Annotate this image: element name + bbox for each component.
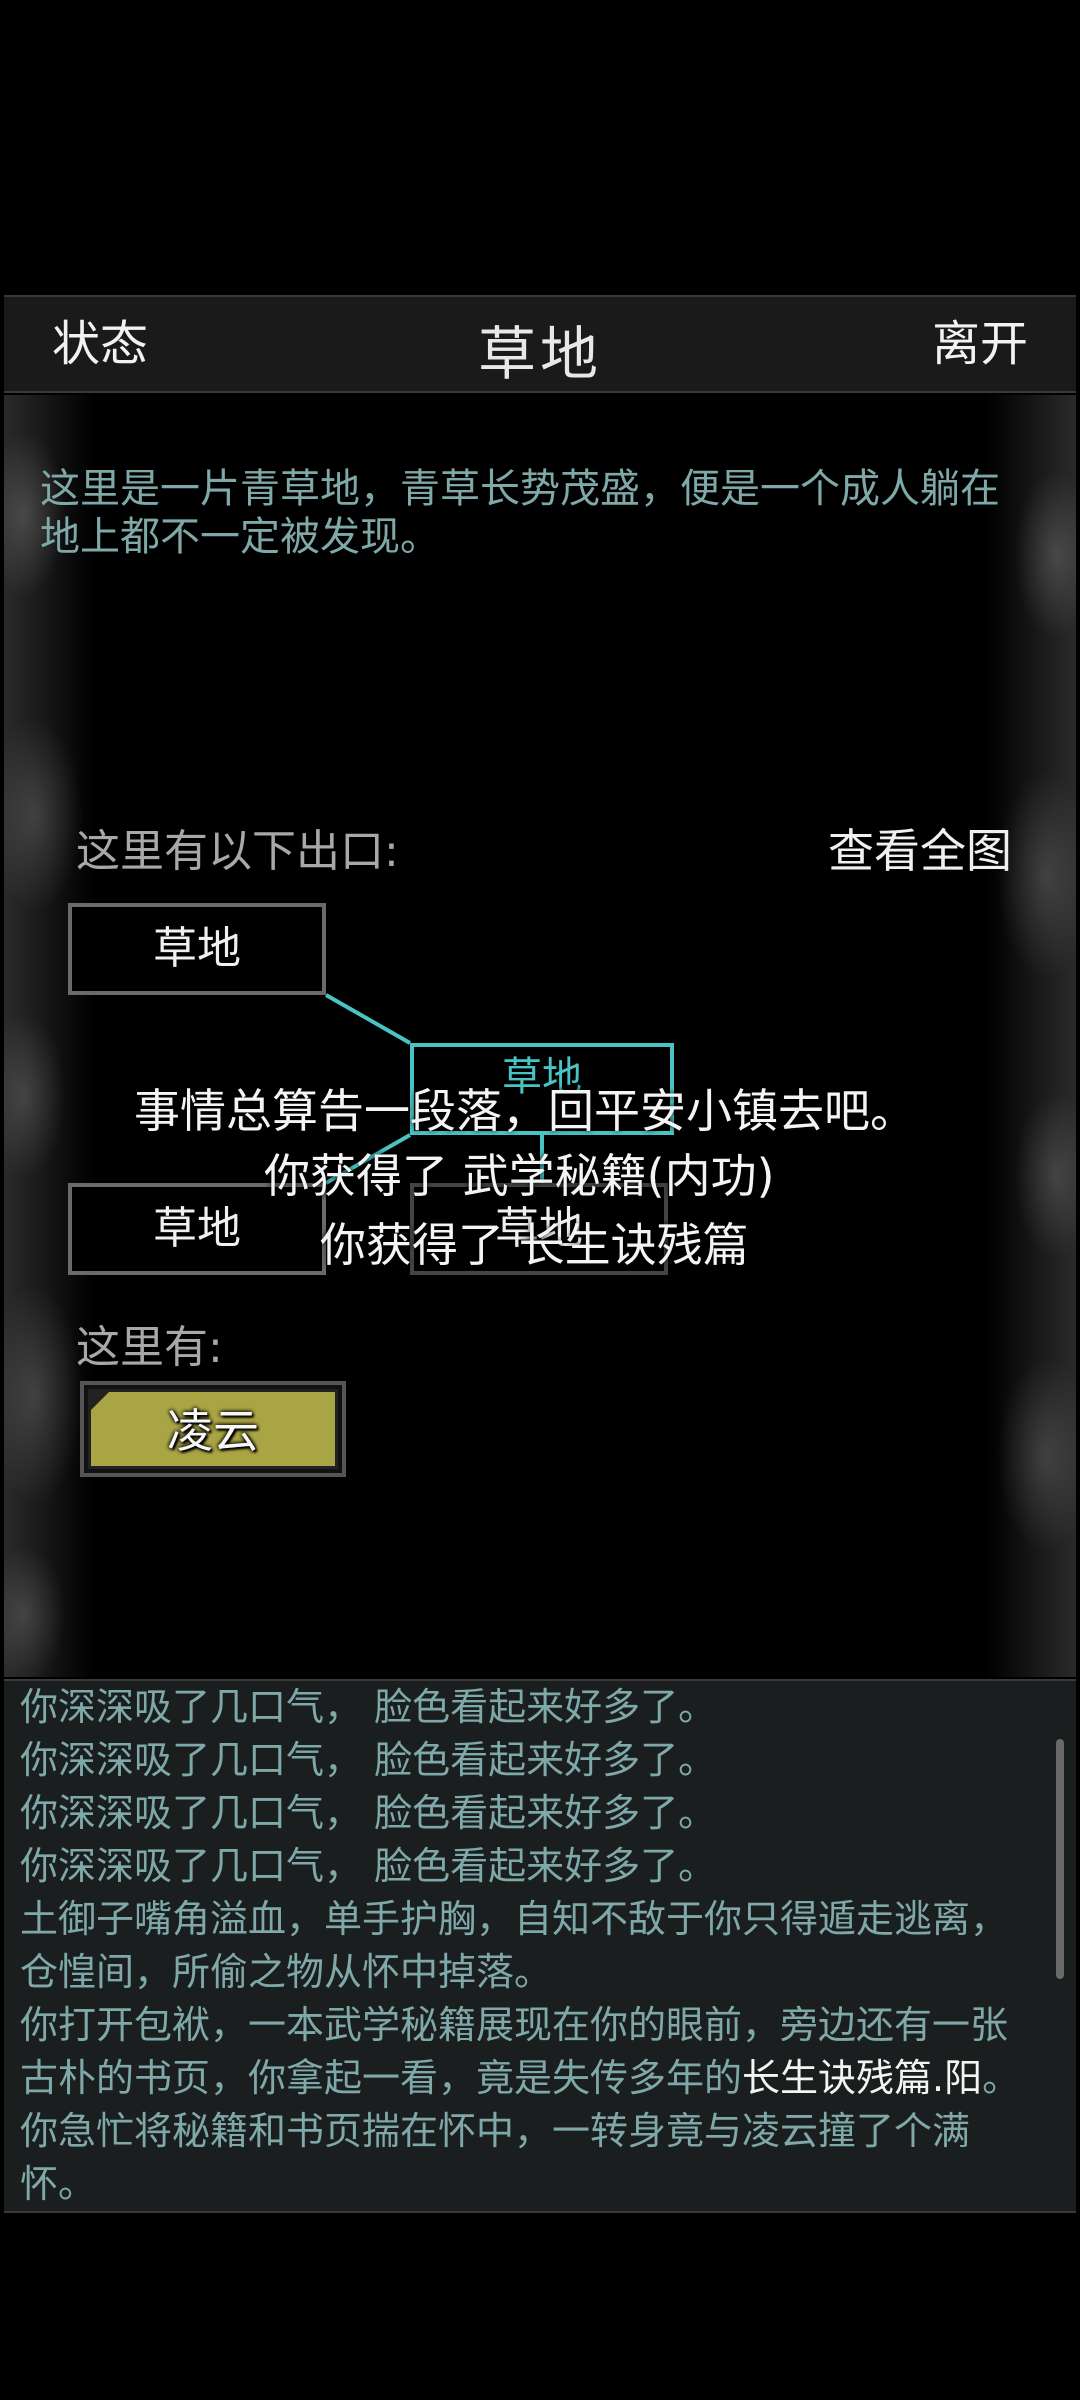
smoke-border-left — [4, 395, 94, 1677]
smoke-border-right — [986, 395, 1076, 1677]
floating-message: 事情总算告一段落，回平安小镇去吧。 — [134, 1084, 916, 1138]
exit-button-northwest[interactable]: 草地 — [68, 903, 326, 995]
exit-connector-lines — [325, 993, 544, 1185]
npc-button-face: 凌云 — [88, 1389, 338, 1469]
location-description: 这里是一片青草地，青草长势茂盛，便是一个成人躺在地上都不一定被发现。 — [40, 466, 1000, 560]
log-line: 你深深吸了几口气， 脸色看起来好多了。 — [20, 1685, 717, 1729]
log-item-highlight: 长生诀残篇.阳 — [742, 2056, 983, 2100]
log-scrollbar[interactable] — [1056, 1739, 1064, 1979]
log-line: 你深深吸了几口气， 脸色看起来好多了。 — [20, 1738, 717, 1782]
connector-line-top — [325, 993, 411, 1045]
header-bar: 状态 草地 离开 — [4, 295, 1076, 393]
here-label: 这里有: — [76, 1322, 223, 1373]
view-map-button[interactable]: 查看全图 — [828, 815, 1012, 881]
scene-panel: 这里是一片青草地，青草长势茂盛，便是一个成人躺在地上都不一定被发现。 这里有以下… — [4, 395, 1076, 1677]
game-screen: 状态 草地 离开 这里是一片青草地，青草长势茂盛，便是一个成人躺在地上都不一定被… — [0, 0, 1080, 2400]
npc-name: 凌云 — [167, 1404, 259, 1458]
message-log[interactable]: 你深深吸了几口气， 脸色看起来好多了。 你深深吸了几口气， 脸色看起来好多了。 … — [4, 1679, 1076, 2213]
exits-label: 这里有以下出口: — [76, 826, 399, 877]
leave-button[interactable]: 离开 — [932, 313, 1028, 375]
log-line: 你深深吸了几口气， 脸色看起来好多了。 — [20, 1844, 717, 1888]
location-title: 草地 — [477, 320, 602, 388]
log-line: 土御子嘴角溢血，单手护胸，自知不敌于你只得遁走逃离，仓惶间，所偷之物从怀中掉落。 — [20, 1897, 1009, 1994]
log-line-story: 你打开包袱，一本武学秘籍展现在你的眼前，旁边还有一张古朴的书页，你拿起一看，竟是… — [20, 1999, 1042, 2211]
npc-corner-mark — [91, 1392, 109, 1410]
npc-button-lingyun[interactable]: 凌云 — [80, 1381, 346, 1477]
floating-message: 你获得了 武学秘籍(内功) — [264, 1149, 775, 1203]
floating-message: 你获得了 长生诀残篇 — [320, 1218, 749, 1272]
log-line: 你深深吸了几口气， 脸色看起来好多了。 — [20, 1791, 717, 1835]
